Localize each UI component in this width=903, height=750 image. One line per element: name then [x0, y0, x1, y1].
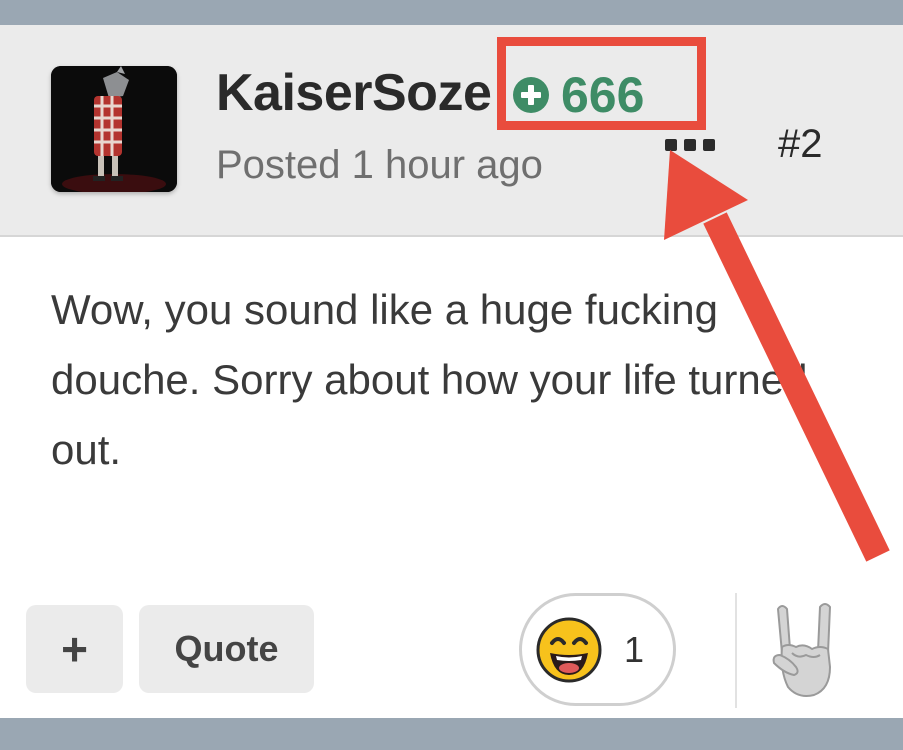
red-arrow-annotation — [664, 150, 890, 562]
